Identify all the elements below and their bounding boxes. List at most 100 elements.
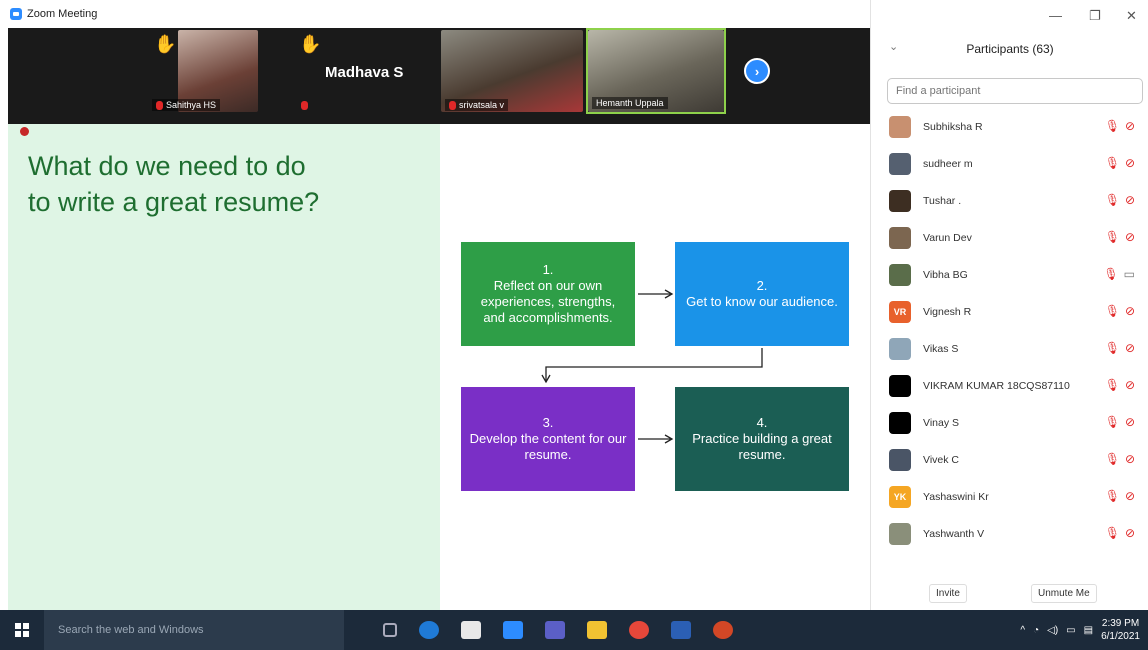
participant-avatar <box>889 263 911 286</box>
flow-arrows <box>541 289 763 444</box>
participant-row[interactable]: Yashwanth V 🎙 ⊘ <box>871 515 1148 552</box>
mic-muted-icon <box>301 101 308 110</box>
task-view-icon[interactable] <box>383 623 397 637</box>
powerpoint-icon[interactable] <box>713 621 733 639</box>
tile-label: srivatsala v <box>445 99 509 111</box>
participant-status-icons: 🎙 ⊘ <box>1105 119 1135 133</box>
tile-name: srivatsala v <box>459 100 505 110</box>
participant-status-icons: 🎙 ⊘ <box>1105 452 1135 466</box>
video-off-icon: ⊘ <box>1124 230 1135 244</box>
participants-panel: — ❐ ✕ ⌄ Participants (63) Subhiksha R🎙⊘s… <box>870 0 1148 610</box>
participant-name: Vignesh R <box>923 305 972 318</box>
mic-muted-icon: 🎙 <box>1104 452 1120 466</box>
store-icon[interactable] <box>461 621 481 639</box>
minimize-button[interactable]: — <box>1049 8 1062 23</box>
participant-row[interactable]: Tushar . 🎙 ⊘ <box>871 182 1148 219</box>
start-button[interactable] <box>0 610 44 650</box>
window-titlebar: Zoom Meeting <box>0 0 870 28</box>
participant-row[interactable]: Subhiksha R 🎙 ⊘ <box>871 108 1148 145</box>
notifications-icon[interactable]: ▤ <box>1084 625 1093 636</box>
participant-search-input[interactable] <box>887 78 1143 104</box>
volume-icon[interactable]: ◁) <box>1047 625 1058 636</box>
close-button[interactable]: ✕ <box>1126 8 1137 24</box>
video-tile[interactable]: ✋ Madhava S <box>293 28 433 114</box>
system-tray: ^ ◔ ◁) ▭ ▤ 2:39 PM 6/1/2021 <box>1020 610 1140 650</box>
participant-row[interactable]: VIKRAM KUMAR 18CQS87110 🎙 ⊘ <box>871 367 1148 404</box>
next-page-button[interactable]: › <box>744 58 770 84</box>
participant-name: Vikas S <box>923 342 959 355</box>
video-on-icon: ▭ <box>1123 267 1135 281</box>
participant-row[interactable]: Vibha BG 🎙 ▭ <box>871 256 1148 293</box>
unmute-me-button[interactable]: Unmute Me <box>1031 584 1097 603</box>
battery-icon[interactable]: ▭ <box>1066 625 1075 636</box>
mic-muted-icon: 🎙 <box>1104 415 1120 429</box>
participant-name: Yashaswini Kr <box>923 490 989 503</box>
participant-row[interactable]: VR Vignesh R 🎙 ⊘ <box>871 293 1148 330</box>
participant-avatar <box>889 374 911 397</box>
mic-muted-icon: 🎙 <box>1104 526 1120 540</box>
participant-status-icons: 🎙 ⊘ <box>1105 193 1135 207</box>
mic-muted-icon: 🎙 <box>1104 193 1120 207</box>
participant-avatar <box>889 522 911 545</box>
tile-name: Sahithya HS <box>166 100 217 110</box>
participant-avatar <box>889 337 911 360</box>
participants-title: Participants (63) <box>966 42 1054 56</box>
mic-muted-icon: 🎙 <box>1103 267 1119 281</box>
participant-name: VIKRAM KUMAR 18CQS87110 <box>923 379 1070 392</box>
participant-avatar <box>889 411 911 434</box>
teams-icon[interactable] <box>545 621 565 639</box>
video-off-icon: ⊘ <box>1124 341 1135 355</box>
tray-chevron-icon[interactable]: ^ <box>1020 625 1025 636</box>
taskbar-search[interactable]: Search the web and Windows <box>44 610 344 650</box>
windows-taskbar: Search the web and Windows ^ ◔ ◁) ▭ ▤ 2:… <box>0 610 1148 650</box>
participant-avatar: VR <box>889 300 911 323</box>
participant-row[interactable]: Vinay S 🎙 ⊘ <box>871 404 1148 441</box>
word-icon[interactable] <box>671 621 691 639</box>
mic-muted-icon <box>156 100 163 110</box>
participant-name: Tushar . <box>923 194 962 207</box>
participant-row[interactable]: sudheer m 🎙 ⊘ <box>871 145 1148 182</box>
video-tile[interactable]: ✋ Sahithya HS <box>148 28 288 114</box>
mic-muted-icon: 🎙 <box>1104 119 1120 133</box>
participant-row[interactable]: Vikas S 🎙 ⊘ <box>871 330 1148 367</box>
participant-row[interactable]: Vivek C 🎙 ⊘ <box>871 441 1148 478</box>
invite-button[interactable]: Invite <box>929 584 967 603</box>
mic-muted-icon <box>449 100 456 110</box>
restore-button[interactable]: ❐ <box>1089 8 1101 24</box>
video-tile[interactable]: srivatsala v <box>441 28 583 114</box>
participant-name: Vivek C <box>923 453 959 466</box>
clock-time: 2:39 PM <box>1101 618 1140 629</box>
participant-status-icons: 🎙 ⊘ <box>1105 526 1135 540</box>
zoom-logo-icon <box>10 8 22 20</box>
tile-name-large: Madhava S <box>325 64 404 81</box>
tile-label <box>297 100 312 111</box>
video-off-icon: ⊘ <box>1124 119 1135 133</box>
video-tile-active-speaker[interactable]: Hemanth Uppala <box>586 28 726 114</box>
mic-muted-icon: 🎙 <box>1104 156 1120 170</box>
file-explorer-icon[interactable] <box>587 621 607 639</box>
video-off-icon: ⊘ <box>1124 378 1135 392</box>
raised-hand-icon: ✋ <box>154 34 177 54</box>
edge-icon[interactable] <box>419 621 439 639</box>
participant-avatar <box>889 115 911 138</box>
window-title: Zoom Meeting <box>27 8 98 20</box>
participant-row[interactable]: Varun Dev 🎙 ⊘ <box>871 219 1148 256</box>
participant-avatar <box>889 226 911 249</box>
participant-name: Vibha BG <box>923 268 968 281</box>
participant-name: Vinay S <box>923 416 959 429</box>
chrome-icon[interactable] <box>629 621 649 639</box>
participant-status-icons: 🎙 ▭ <box>1103 267 1135 281</box>
zoom-icon[interactable] <box>503 621 523 639</box>
video-off-icon: ⊘ <box>1124 526 1135 540</box>
video-off-icon: ⊘ <box>1124 415 1135 429</box>
participant-avatar: YK <box>889 485 911 508</box>
participant-status-icons: 🎙 ⊘ <box>1105 378 1135 392</box>
participant-avatar <box>889 189 911 212</box>
participant-status-icons: 🎙 ⊘ <box>1105 304 1135 318</box>
network-icon[interactable]: ◔ <box>1033 625 1039 636</box>
tile-name: Hemanth Uppala <box>596 98 664 108</box>
participant-status-icons: 🎙 ⊘ <box>1105 415 1135 429</box>
clock-date: 6/1/2021 <box>1101 631 1140 642</box>
taskbar-clock[interactable]: 2:39 PM 6/1/2021 <box>1101 617 1140 643</box>
participant-row[interactable]: YK Yashaswini Kr 🎙 ⊘ <box>871 478 1148 515</box>
